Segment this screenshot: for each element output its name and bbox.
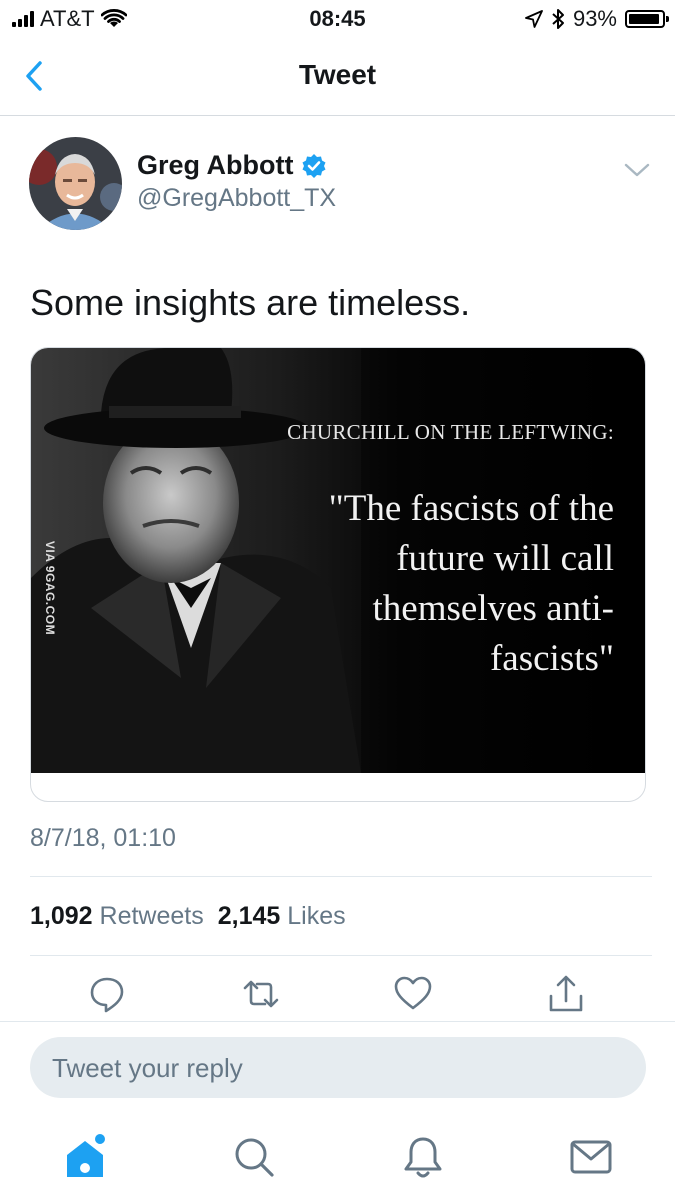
share-icon[interactable]: [546, 974, 586, 1014]
verified-badge-icon: [302, 153, 326, 178]
home-icon[interactable]: [60, 1132, 110, 1182]
likes-stat[interactable]: 2,145 Likes: [218, 902, 346, 931]
tab-bar: [0, 1118, 675, 1200]
reply-input[interactable]: Tweet your reply: [30, 1037, 646, 1098]
status-bar: AT&T 08:45 93%: [0, 0, 675, 40]
author-name[interactable]: Greg Abbott: [137, 150, 327, 181]
retweets-stat[interactable]: 1,092 Retweets: [30, 902, 204, 931]
notifications-icon[interactable]: [398, 1132, 448, 1182]
location-arrow-icon: [525, 10, 543, 28]
tweet-actions: [0, 974, 675, 1020]
image-caption: CHURCHILL ON THE LEFTWING:: [287, 420, 614, 444]
page-title: Tweet: [298, 59, 377, 90]
divider: [30, 876, 652, 877]
battery-percent: 93%: [572, 6, 617, 31]
status-right: 93%: [525, 6, 669, 32]
divider: [0, 1021, 675, 1022]
battery-icon: [625, 10, 669, 28]
search-icon[interactable]: [229, 1132, 279, 1182]
avatar[interactable]: [29, 137, 122, 230]
bluetooth-icon: [552, 9, 564, 29]
like-icon[interactable]: [393, 974, 433, 1014]
tweet-timestamp: 8/7/18, 01:10: [30, 824, 176, 852]
author-handle[interactable]: @GregAbbott_TX: [137, 184, 336, 213]
chevron-down-icon[interactable]: [624, 160, 650, 180]
messages-icon[interactable]: [566, 1132, 616, 1182]
tweet-image[interactable]: VIA 9GAG.COM CHURCHILL ON THE LEFTWING: …: [31, 348, 645, 773]
likes-count: 2,145: [217, 902, 281, 930]
retweets-count: 1,092: [30, 902, 93, 930]
tweet-text: Some insights are timeless.: [30, 282, 471, 323]
likes-label: Likes: [287, 902, 346, 930]
reply-placeholder: Tweet your reply: [52, 1053, 243, 1083]
tweet-stats: 1,092 Retweets 2,145 Likes: [30, 902, 346, 931]
reply-icon[interactable]: [87, 974, 127, 1014]
tweet-media-card[interactable]: VIA 9GAG.COM CHURCHILL ON THE LEFTWING: …: [30, 347, 646, 802]
nav-bar: Tweet: [0, 40, 675, 116]
retweet-icon[interactable]: [241, 974, 281, 1014]
author-name-label: Greg Abbott: [137, 150, 294, 180]
divider: [30, 955, 652, 956]
image-quote: "The fascists of the future will call th…: [328, 488, 614, 679]
retweets-label: Retweets: [99, 902, 204, 930]
image-watermark: VIA 9GAG.COM: [43, 540, 57, 636]
